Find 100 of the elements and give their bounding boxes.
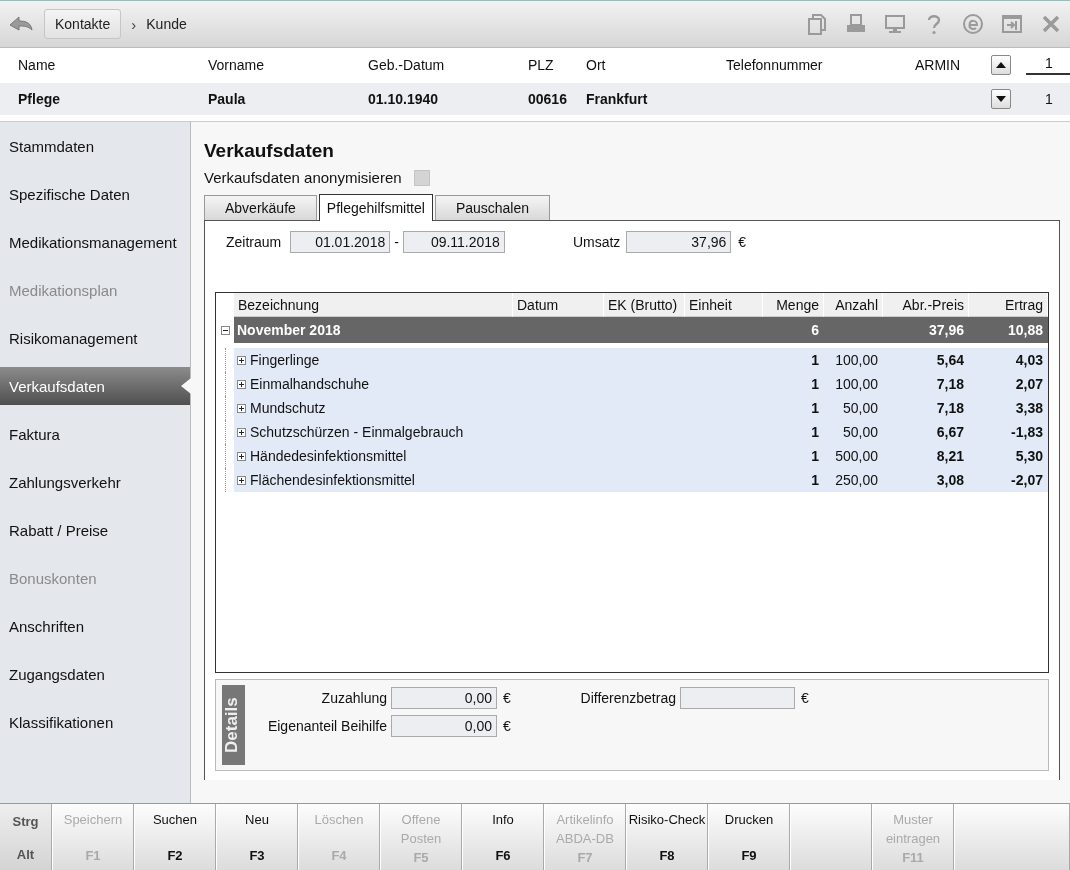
- table-cell: Mundschutz: [250, 400, 326, 416]
- table-cell-text: 7,18: [935, 399, 965, 418]
- tab[interactable]: Abverkäufe: [204, 195, 317, 220]
- back-arrow-icon[interactable]: [8, 14, 34, 34]
- sidebar-item[interactable]: Anschriften: [0, 602, 190, 650]
- table-row[interactable]: Händedesinfektionsmittel 1 500,00 8,21 5,30: [234, 444, 1048, 468]
- page-title: Verkaufsdaten: [204, 140, 335, 162]
- table-cell-text: 100,00: [834, 351, 879, 370]
- expand-icon[interactable]: [237, 475, 246, 485]
- sidebar-item[interactable]: Medikationsmanagement: [0, 218, 190, 266]
- column-header[interactable]: Bezeichnung: [234, 293, 513, 317]
- customer-value: Paula: [208, 91, 247, 107]
- modifier-label: Alt: [16, 847, 35, 862]
- date-field[interactable]: 01.01.2018: [290, 231, 391, 253]
- amount-field[interactable]: 0,00: [391, 687, 497, 709]
- table-cell-text: 6: [810, 321, 820, 340]
- plus-icon: [238, 452, 245, 460]
- e-circle-icon[interactable]: [962, 13, 984, 35]
- date-field[interactable]: 09.11.2018: [402, 231, 505, 253]
- table-cell-text: 50,00: [841, 399, 879, 418]
- table-cell-text: 37,96: [927, 321, 965, 340]
- currency-label: €: [502, 718, 512, 734]
- column-header: Vorname: [208, 57, 266, 73]
- tab[interactable]: Pflegehilfsmittel: [318, 194, 433, 221]
- expand-icon[interactable]: [237, 355, 246, 365]
- function-key-button[interactable]: Suchen F2: [134, 804, 216, 870]
- customer-value: Frankfurt: [586, 91, 649, 107]
- column-header: Geb.-Datum: [368, 57, 446, 73]
- plus-icon: [238, 380, 245, 388]
- scroll-up-button[interactable]: [991, 55, 1011, 75]
- table-row[interactable]: Schutzschürzen - Einmalgebrauch 1 50,00 6,67 -1,83: [234, 420, 1048, 444]
- down-triangle-icon[interactable]: [996, 96, 1006, 102]
- table-row[interactable]: Mundschutz 1 50,00 7,18 3,38: [234, 396, 1048, 420]
- sidebar-item[interactable]: Faktura: [0, 410, 190, 458]
- group-row[interactable]: November 2018 6 37,96 10,88: [234, 317, 1048, 343]
- column-header[interactable]: Anzahl: [824, 293, 883, 317]
- table-cell-text: 1: [810, 351, 820, 370]
- table-cell-text: 50,00: [841, 423, 879, 442]
- column-header[interactable]: Datum: [513, 293, 604, 317]
- table-cell-text: 3,08: [935, 471, 965, 490]
- breadcrumb-separator: ›: [131, 15, 137, 33]
- close-icon[interactable]: [1040, 13, 1062, 35]
- table-cell: Händedesinfektionsmittel: [250, 448, 407, 464]
- column-header[interactable]: Ertrag: [969, 293, 1048, 317]
- printer-icon[interactable]: [845, 13, 867, 35]
- table-cell-text: -2,07: [1010, 471, 1044, 490]
- column-header[interactable]: Menge: [763, 293, 824, 317]
- record-counter: 1: [1044, 91, 1054, 107]
- table-cell-text: 1: [810, 471, 820, 490]
- up-triangle-icon[interactable]: [996, 62, 1006, 68]
- record-counter: 1: [1026, 55, 1070, 75]
- table-cell: Fingerlinge: [250, 352, 320, 368]
- expand-icon[interactable]: [237, 427, 246, 437]
- table-row[interactable]: Fingerlinge 1 100,00 5,64 4,03: [234, 348, 1048, 372]
- sidebar-item[interactable]: Klassifikationen: [0, 698, 190, 746]
- sidebar-item[interactable]: Rabatt / Preise: [0, 506, 190, 554]
- function-key-button[interactable]: Risiko-Check F8: [626, 804, 708, 870]
- tab[interactable]: Pauschalen: [434, 195, 551, 220]
- table-cell-text: 1: [810, 423, 820, 442]
- function-key-button[interactable]: Drucken F9: [708, 804, 790, 870]
- expand-icon[interactable]: [237, 379, 246, 389]
- table-row[interactable]: Einmalhandschuhe 1 100,00 7,18 2,07: [234, 372, 1048, 396]
- sidebar-item[interactable]: Verkaufsdaten: [0, 367, 190, 405]
- table-cell-text: 100,00: [834, 375, 879, 394]
- expand-icon[interactable]: [237, 403, 246, 413]
- table-cell-text: 5,30: [1014, 447, 1044, 466]
- sidebar-item[interactable]: Stammdaten: [0, 122, 190, 170]
- column-header[interactable]: Abr.-Preis: [883, 293, 969, 317]
- column-header[interactable]: EK (Brutto): [604, 293, 685, 317]
- table-cell-text: 8,21: [935, 447, 965, 466]
- function-key-button[interactable]: Info F6: [462, 804, 544, 870]
- column-header[interactable]: Einheit: [685, 293, 763, 317]
- breadcrumb-link[interactable]: Kontakte: [44, 9, 122, 39]
- table-cell-text: 1: [810, 447, 820, 466]
- plus-icon: [238, 476, 245, 484]
- monitor-icon[interactable]: [884, 13, 906, 35]
- amount-field[interactable]: 37,96: [626, 231, 732, 253]
- function-key-button[interactable]: Neu F3: [216, 804, 298, 870]
- sidebar-item[interactable]: Spezifische Daten: [0, 170, 190, 218]
- table-cell-text: 250,00: [834, 471, 879, 490]
- section-label: Details: [222, 685, 245, 765]
- collapse-icon[interactable]: [220, 325, 230, 335]
- table-cell: Schutzschürzen - Einmalgebrauch: [250, 424, 464, 440]
- plus-icon: [238, 404, 245, 412]
- plus-icon: [238, 428, 245, 436]
- sidebar-item[interactable]: Zugangsdaten: [0, 650, 190, 698]
- sidebar-item[interactable]: Risikomanagement: [0, 314, 190, 362]
- table-cell-text: 1: [810, 399, 820, 418]
- expand-icon[interactable]: [237, 451, 246, 461]
- amount-field[interactable]: [680, 687, 795, 709]
- field-label: Umsatz: [572, 234, 621, 250]
- amount-field[interactable]: 0,00: [391, 715, 497, 737]
- copy-icon[interactable]: [806, 13, 828, 35]
- sidebar-item[interactable]: Zahlungsverkehr: [0, 458, 190, 506]
- group-label: November 2018: [237, 322, 341, 338]
- scroll-down-button[interactable]: [991, 89, 1011, 109]
- column-header: Telefonnummer: [726, 57, 824, 73]
- breadcrumb-current: Kunde: [146, 16, 187, 32]
- table-row[interactable]: Flächendesinfektionsmittel 1 250,00 3,08 -2,07: [234, 468, 1048, 492]
- modifier-label: Strg: [12, 814, 39, 829]
